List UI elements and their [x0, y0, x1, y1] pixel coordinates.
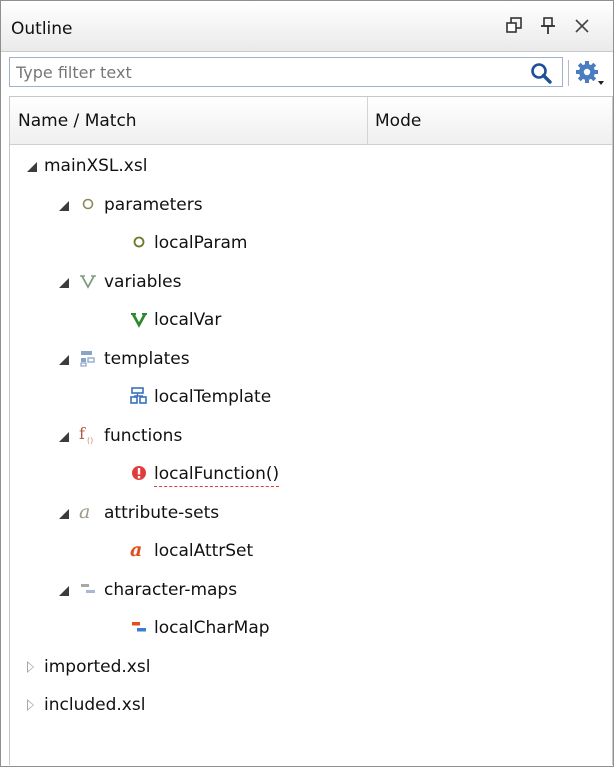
collapse-toggle-icon[interactable]	[59, 278, 69, 288]
tree-node-label: parameters	[104, 195, 203, 215]
tree-node-label: character-maps	[104, 580, 238, 600]
tree-node-label: templates	[104, 349, 190, 369]
svg-text:f: f	[79, 424, 86, 443]
tree-row-item[interactable]: localVar	[10, 302, 612, 338]
filter-bar	[1, 52, 613, 92]
gear-icon	[576, 61, 604, 85]
tree-node-label: localVar	[154, 310, 222, 330]
tree-row-item[interactable]: localTemplate	[10, 379, 612, 415]
tree-node-label: localFunction()	[154, 464, 280, 487]
search-icon	[531, 63, 552, 84]
template-icon	[80, 351, 95, 367]
tree-row-item[interactable]: a localAttrSet	[10, 533, 612, 569]
character-map-icon	[81, 584, 95, 593]
tree-node-label: localCharMap	[154, 618, 270, 638]
close-view-button[interactable]	[571, 15, 593, 37]
parameter-icon	[133, 236, 145, 248]
tree-row-root[interactable]: mainXSL.xsl	[10, 148, 612, 184]
collapse-toggle-icon[interactable]	[59, 586, 69, 596]
tree-row-item[interactable]: localParam	[10, 225, 612, 261]
tree-row-group[interactable]: a attribute-sets	[10, 495, 612, 531]
tree-row-root[interactable]: imported.xsl	[10, 649, 612, 685]
expand-toggle-icon[interactable]	[27, 699, 34, 711]
table-header: Name / Match Mode	[10, 97, 612, 145]
svg-text:a: a	[130, 539, 142, 561]
outline-view: Outline Type filter text Name / Match Mo…	[0, 0, 614, 767]
variable-icon	[80, 275, 96, 289]
collapse-toggle-icon[interactable]	[59, 201, 69, 211]
tree-row-item[interactable]: localCharMap	[10, 610, 612, 646]
tree-node-label: mainXSL.xsl	[44, 156, 148, 176]
tree-node-label: attribute-sets	[104, 503, 220, 523]
template-icon	[130, 387, 147, 404]
collapse-toggle-icon[interactable]	[59, 355, 69, 365]
pin-view-button[interactable]	[537, 15, 559, 37]
outline-tree-table: Name / Match Mode mainXSL.xsl parameters…	[9, 96, 613, 765]
parameter-icon	[82, 198, 94, 210]
tree-row-group[interactable]: character-maps	[10, 572, 612, 608]
collapse-toggle-icon[interactable]	[59, 432, 69, 442]
close-icon	[575, 19, 589, 33]
tree-row-group[interactable]: f () functions	[10, 418, 612, 454]
svg-text:(): ()	[87, 436, 93, 445]
error-icon	[132, 466, 146, 480]
tree-row-group[interactable]: parameters	[10, 187, 612, 223]
attribute-set-icon: a	[79, 501, 90, 523]
filter-input[interactable]	[9, 57, 563, 87]
variable-icon	[131, 313, 147, 328]
column-header-name[interactable]: Name / Match	[18, 111, 137, 131]
toolbar-separator	[568, 60, 569, 86]
view-titlebar: Outline	[1, 1, 613, 52]
tree-row-group[interactable]: variables	[10, 264, 612, 300]
column-divider[interactable]	[367, 97, 368, 144]
tree-node-label: functions	[104, 426, 183, 446]
attribute-set-icon: a	[130, 539, 142, 561]
tree-node-label: imported.xsl	[44, 657, 151, 677]
function-icon: f ()	[79, 424, 93, 445]
column-header-mode[interactable]: Mode	[375, 111, 421, 131]
collapse-toggle-icon[interactable]	[59, 509, 69, 519]
expand-toggle-icon[interactable]	[27, 661, 34, 673]
tree-node-label: included.xsl	[44, 695, 146, 715]
tree-row-item[interactable]: localFunction()	[10, 456, 612, 492]
search-button[interactable]	[529, 61, 553, 85]
restore-icon	[506, 17, 522, 33]
collapse-toggle-icon[interactable]	[27, 162, 37, 172]
character-map-icon	[132, 622, 146, 632]
restore-view-button[interactable]	[503, 15, 525, 37]
view-title: Outline	[11, 19, 73, 39]
tree-row-group[interactable]: templates	[10, 341, 612, 377]
tree-node-label: localTemplate	[154, 387, 272, 407]
tree-node-label: variables	[104, 272, 182, 292]
settings-menu-button[interactable]	[573, 58, 607, 88]
pin-icon	[541, 17, 555, 34]
tree-row-root[interactable]: included.xsl	[10, 687, 612, 723]
tree-node-label: localParam	[154, 233, 248, 253]
svg-text:a: a	[79, 501, 90, 523]
tree-node-label: localAttrSet	[154, 541, 254, 561]
